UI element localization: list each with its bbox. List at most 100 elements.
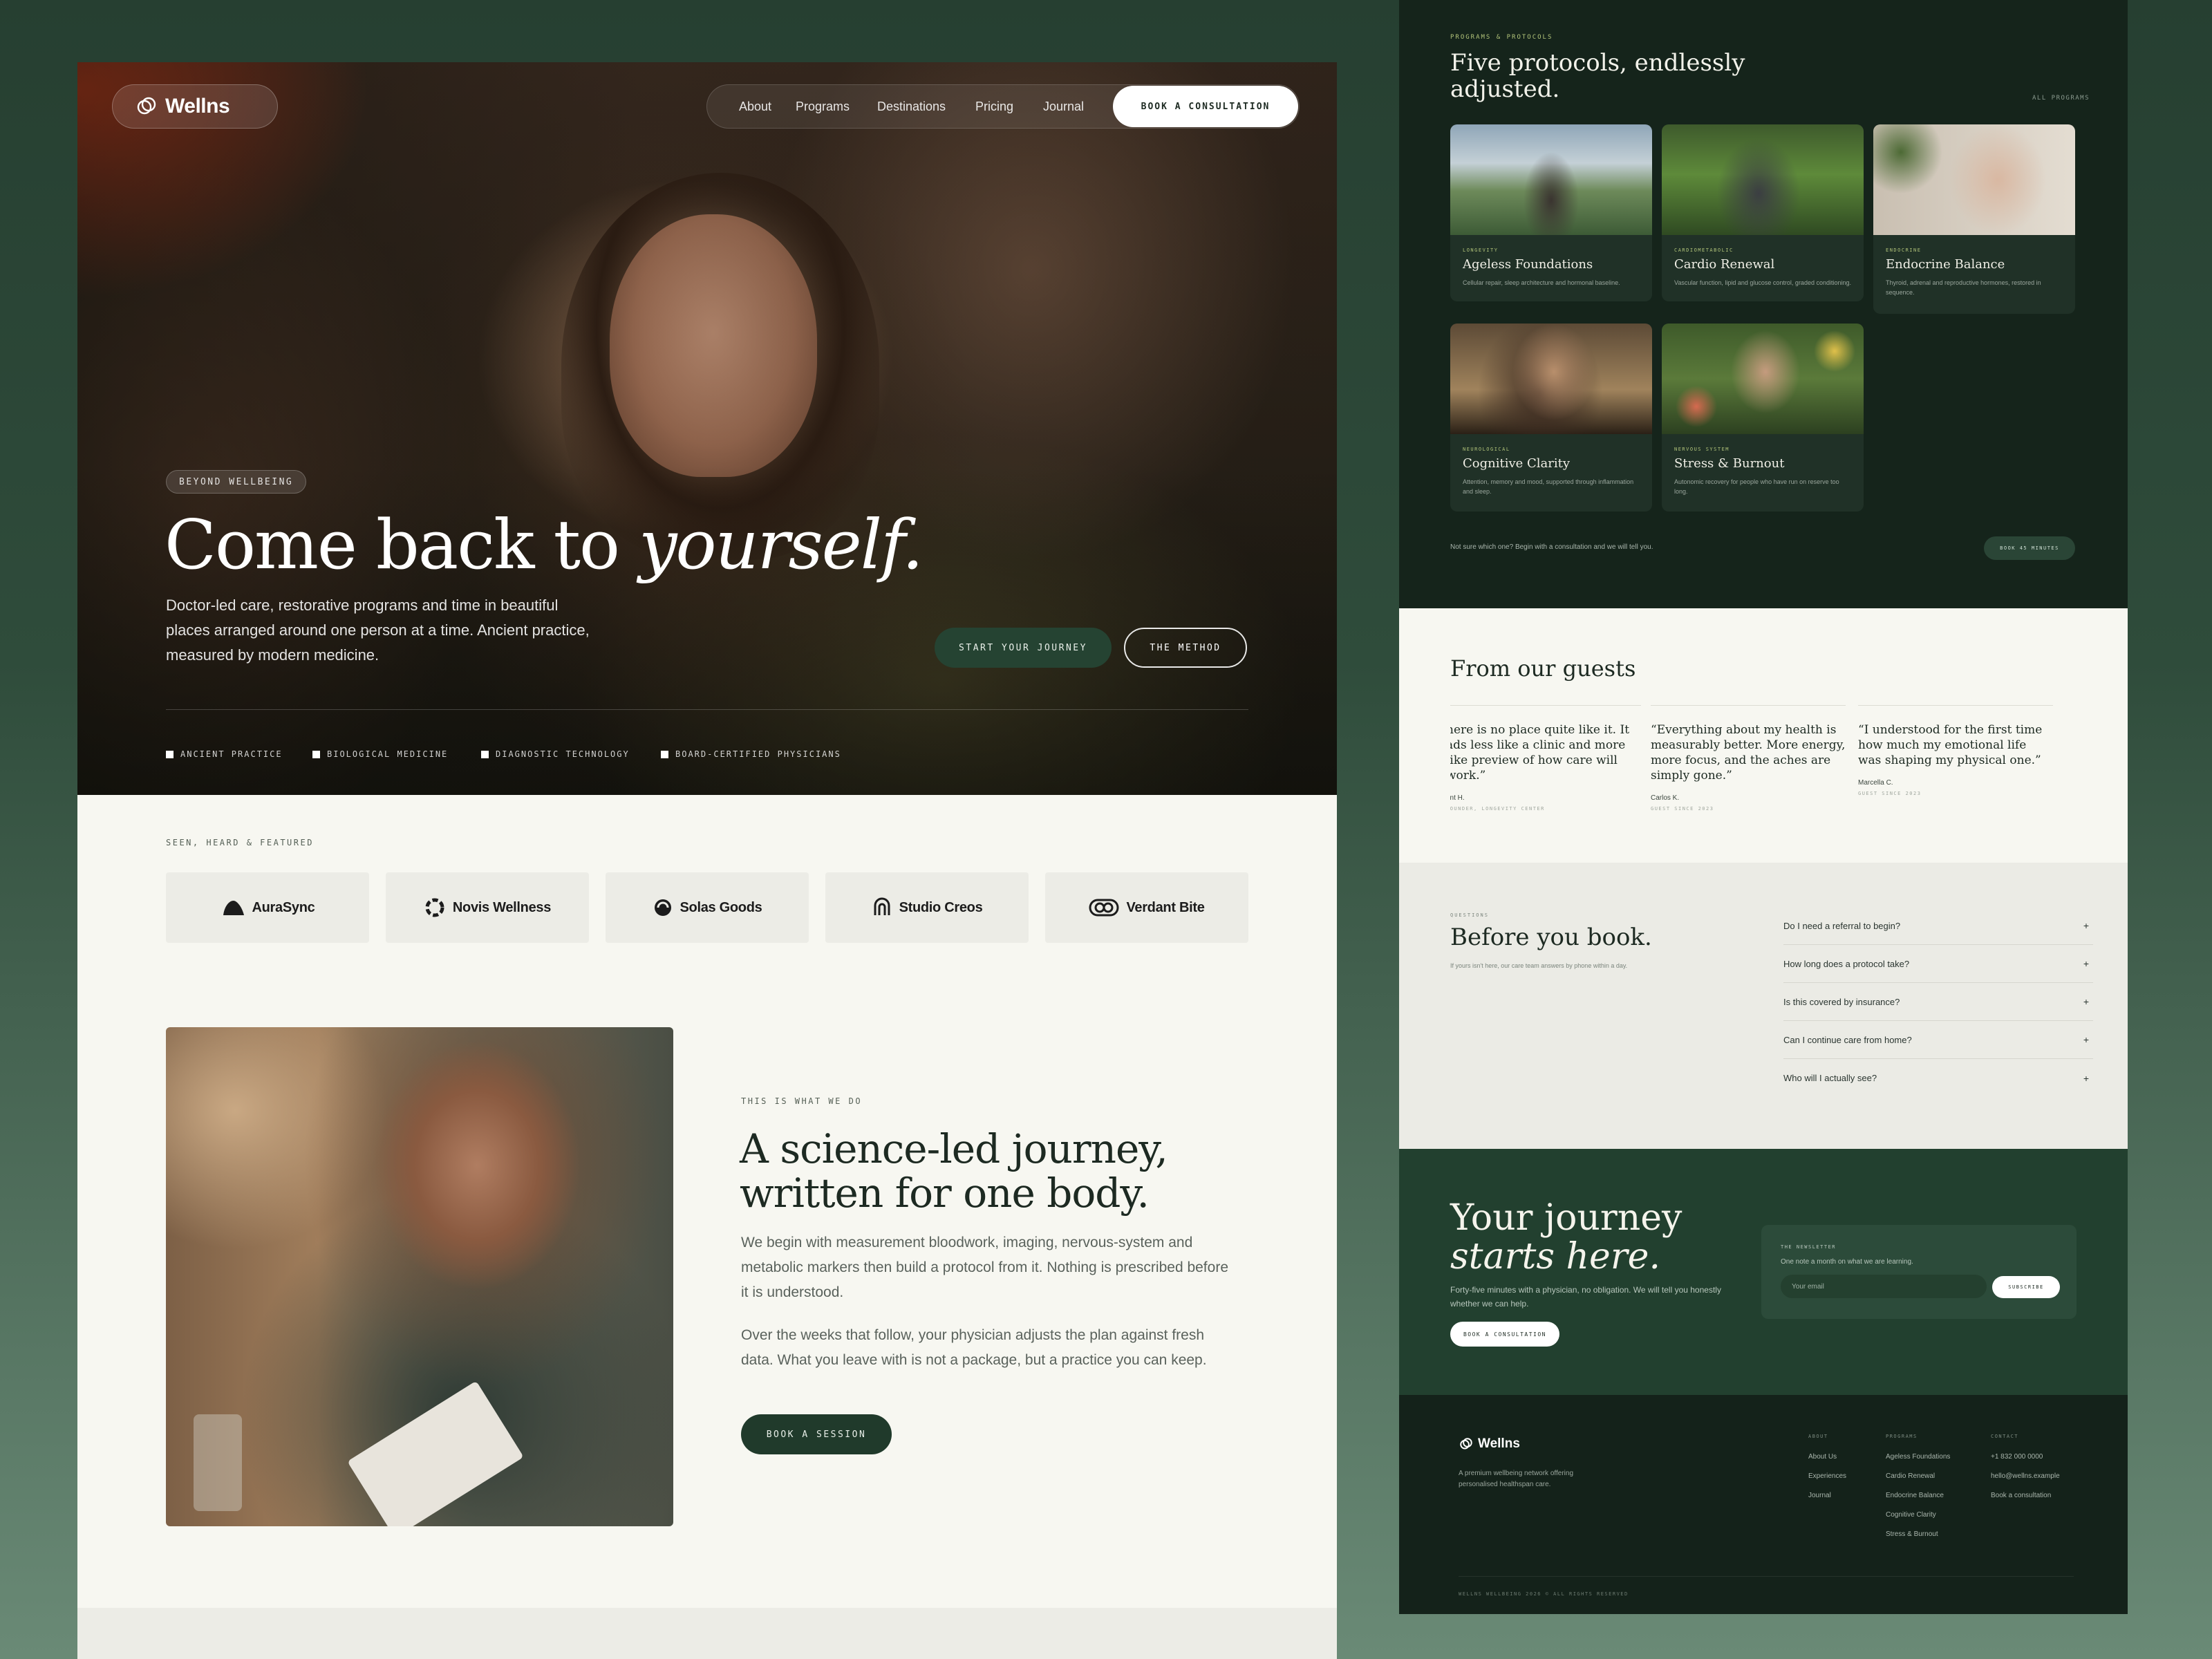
program-card-stress[interactable]: NERVOUS SYSTEM Stress & Burnout Autonomi…: [1662, 324, 1864, 512]
book-session-button[interactable]: BOOK A SESSION: [741, 1414, 892, 1454]
footer-link[interactable]: hello@wellns.example: [1991, 1467, 2060, 1486]
footer-link[interactable]: Experiences: [1808, 1467, 1846, 1486]
solas-logo-icon: [654, 899, 671, 916]
nav-programs[interactable]: Programs: [796, 100, 850, 114]
logo-mark-icon: [137, 97, 156, 115]
programs-label: PROGRAMS & PROTOCOLS: [1450, 34, 1553, 41]
plus-icon: +: [2083, 1072, 2089, 1084]
the-method-button[interactable]: THE METHOD: [1124, 628, 1247, 668]
footer-link[interactable]: Cognitive Clarity: [1886, 1506, 1950, 1525]
landing-page-main: Wellns About Programs Destinations Prici…: [77, 62, 1337, 1659]
faq-item[interactable]: Do I need a referral to begin? +: [1783, 907, 2093, 945]
cta-title: Your journey starts here.: [1450, 1197, 1683, 1277]
footer-logo[interactable]: Wellns: [1459, 1436, 1520, 1452]
program-image: [1450, 124, 1652, 235]
footer-link[interactable]: Journal: [1808, 1486, 1846, 1506]
brand-card-solas: Solas Goods: [606, 872, 809, 943]
newsletter-email-input[interactable]: [1781, 1275, 1987, 1298]
cta-book-consultation-button[interactable]: BOOK A CONSULTATION: [1450, 1322, 1559, 1347]
testimonial-carousel[interactable]: here is no place quite like it. It ads l…: [1450, 608, 2093, 863]
faq-item[interactable]: Can I continue care from home? +: [1783, 1021, 2093, 1059]
checkbox-square-icon: [481, 750, 489, 758]
journey-paragraph-2: Over the weeks that follow, your physici…: [741, 1327, 1207, 1368]
brand-card-novis: Novis Wellness: [386, 872, 589, 943]
footer-link[interactable]: Book a consultation: [1991, 1486, 2060, 1506]
plus-icon: +: [2083, 958, 2089, 969]
book-consultation-button[interactable]: BOOK A CONSULTATION: [1113, 86, 1298, 127]
subscribe-button[interactable]: SUBSCRIBE: [1992, 1276, 2060, 1298]
hero-feature: BOARD-CERTIFIED PHYSICIANS: [661, 749, 841, 759]
testimonial-card: here is no place quite like it. It ads l…: [1450, 705, 1641, 812]
brand-name: Wellns: [165, 95, 230, 118]
start-journey-button[interactable]: START YOUR JOURNEY: [935, 628, 1112, 668]
hero-section: Wellns About Programs Destinations Prici…: [77, 62, 1337, 795]
program-image: [1662, 124, 1864, 235]
programs-section: PROGRAMS & PROTOCOLS Five protocols, end…: [1399, 0, 2128, 608]
programs-title: Five protocols, endlessly adjusted.: [1450, 49, 1745, 103]
faq-label: QUESTIONS: [1450, 912, 1489, 918]
program-card-cognitive[interactable]: NEUROLOGICAL Cognitive Clarity Attention…: [1450, 324, 1652, 512]
faq-section: QUESTIONS Before you book. If yours isn'…: [1399, 863, 2128, 1149]
programs-note: Not sure which one? Begin with a consult…: [1450, 543, 1653, 551]
testimonials-section: From our guests here is no place quite l…: [1399, 608, 2128, 863]
footer-copyright: WELLNS WELLBEING 2026 © ALL RIGHTS RESER…: [1459, 1591, 1629, 1597]
plus-icon: +: [2083, 1034, 2089, 1045]
creos-logo-icon: [874, 897, 890, 915]
program-image: [1662, 324, 1864, 434]
faq-item[interactable]: Is this covered by insurance? +: [1783, 983, 2093, 1021]
newsletter-subtitle: One note a month on what we are learning…: [1781, 1258, 1913, 1266]
footer-link[interactable]: Endocrine Balance: [1886, 1486, 1950, 1506]
footer-link[interactable]: Ageless Foundations: [1886, 1447, 1950, 1467]
checkbox-square-icon: [166, 750, 174, 758]
program-card-endocrine[interactable]: ENDOCRINE Endocrine Balance Thyroid, adr…: [1873, 124, 2075, 314]
brand-card-verdant: Verdant Bite: [1045, 872, 1248, 943]
nav-journal[interactable]: Journal: [1043, 100, 1084, 114]
brand-card-aurasync: AuraSync: [166, 872, 369, 943]
footer-column-contact: CONTACT +1 832 000 0000 hello@wellns.exa…: [1991, 1434, 2060, 1506]
faq-subtitle: If yours isn't here, our care team answe…: [1450, 962, 1628, 969]
nav-about[interactable]: About: [739, 100, 771, 114]
logo-mark-icon: [1460, 1438, 1472, 1450]
faq-item[interactable]: How long does a protocol take? +: [1783, 945, 2093, 983]
aurasync-logo-icon: [223, 900, 244, 915]
newsletter-label: THE NEWSLETTER: [1781, 1244, 1837, 1250]
faq-item[interactable]: Who will I actually see? +: [1783, 1059, 2093, 1097]
next-section-band: [77, 1608, 1337, 1659]
plus-icon: +: [2083, 996, 2089, 1007]
footer-link[interactable]: Cardio Renewal: [1886, 1467, 1950, 1486]
footer-link[interactable]: +1 832 000 0000: [1991, 1447, 2060, 1467]
program-image: [1873, 124, 2075, 235]
nav-destinations[interactable]: Destinations: [877, 100, 946, 114]
verdant-logo-icon: [1089, 899, 1119, 917]
hero-feature: DIAGNOSTIC TECHNOLOGY: [481, 749, 630, 759]
brand-logo[interactable]: Wellns: [112, 84, 278, 129]
footer-column-programs: PROGRAMS Ageless Foundations Cardio Rene…: [1886, 1434, 1950, 1544]
featured-label: SEEN, HEARD & FEATURED: [166, 838, 314, 847]
brand-card-creos: Studio Creos: [825, 872, 1029, 943]
nav-pricing[interactable]: Pricing: [975, 100, 1013, 114]
journey-photo: [166, 1027, 673, 1526]
landing-page-secondary: PROGRAMS & PROTOCOLS Five protocols, end…: [1399, 0, 2128, 1614]
newsletter-box: THE NEWSLETTER One note a month on what …: [1761, 1225, 2077, 1319]
footer-tagline: A premium wellbeing network offering per…: [1459, 1470, 1574, 1488]
hero-badge: BEYOND WELLBEING: [166, 470, 307, 494]
footer-link[interactable]: Stress & Burnout: [1886, 1525, 1950, 1544]
cta-section: Your journey starts here. Forty-five minu…: [1399, 1149, 2128, 1395]
faq-title: Before you book.: [1450, 924, 1652, 951]
footer-column-about: ABOUT About Us Experiences Journal: [1808, 1434, 1846, 1506]
program-card-ageless[interactable]: LONGEVITY Ageless Foundations Cellular r…: [1450, 124, 1652, 301]
hero-title: Come back to yourself.: [165, 506, 924, 585]
footer-link[interactable]: About Us: [1808, 1447, 1846, 1467]
checkbox-square-icon: [661, 750, 668, 758]
all-programs-link[interactable]: ALL PROGRAMS: [2032, 95, 2090, 102]
hero-feature: BIOLOGICAL MEDICINE: [312, 749, 448, 759]
checkbox-square-icon: [312, 750, 320, 758]
hero-description: Doctor-led care, restorative programs an…: [166, 597, 590, 664]
testimonial-card: “Everything about my health is measurabl…: [1651, 705, 1846, 812]
book-45-minutes-button[interactable]: BOOK 45 MINUTES: [1984, 536, 2075, 560]
journey-title: A science-led journey, written for one b…: [740, 1125, 1168, 1217]
cta-description: Forty-five minutes with a physician, no …: [1450, 1285, 1721, 1309]
program-card-cardio[interactable]: CARDIOMETABOLIC Cardio Renewal Vascular …: [1662, 124, 1864, 301]
testimonial-card: “I understood for the first time how muc…: [1858, 705, 2053, 796]
program-image: [1450, 324, 1652, 434]
